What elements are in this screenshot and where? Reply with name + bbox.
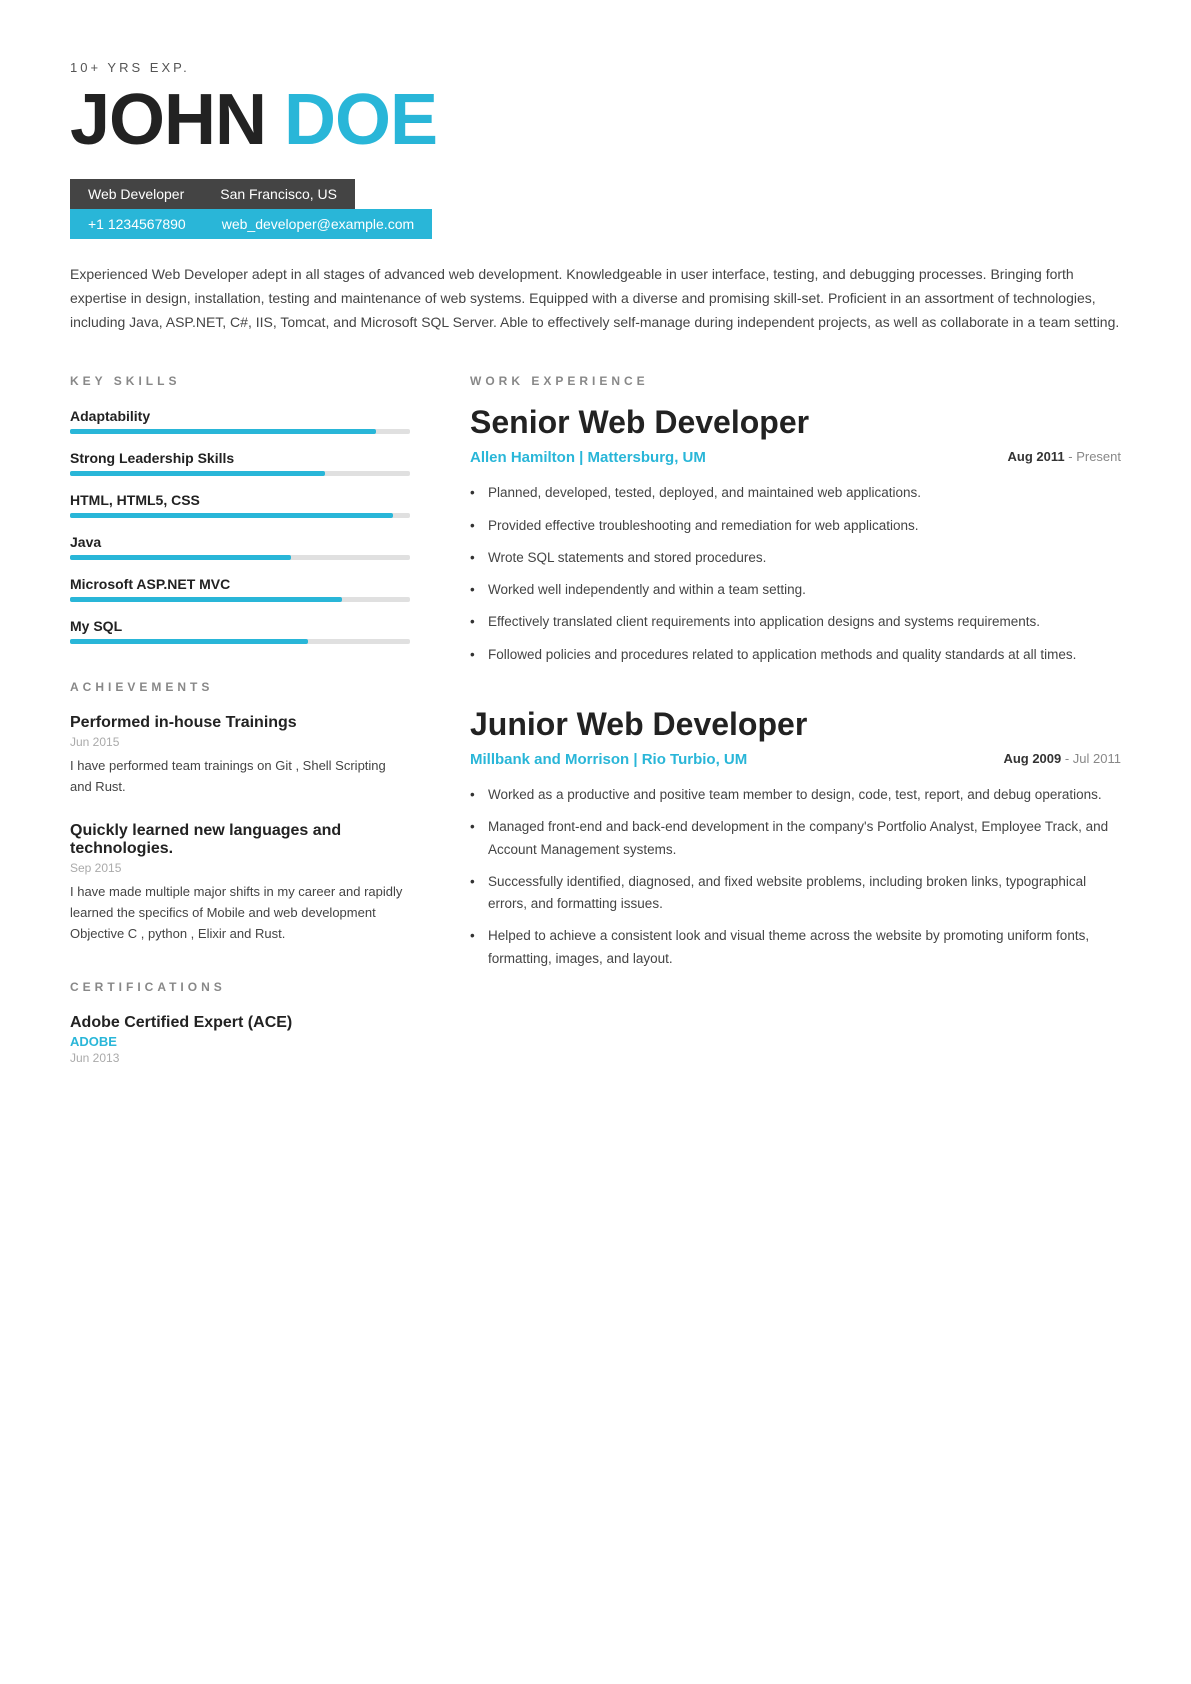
achievement-item: Performed in-house Trainings Jun 2015 I … [70,714,410,798]
job-title: Junior Web Developer [470,706,1121,743]
job-dates: Aug 2009 - Jul 2011 [1001,751,1121,766]
achievement-item: Quickly learned new languages and techno… [70,822,410,944]
skill-bar-fill [70,639,308,644]
job-bullet: Followed policies and procedures related… [470,644,1121,666]
achievements-heading: ACHIEVEMENTS [70,680,410,694]
last-name: DOE [284,79,437,161]
skill-bar-fill [70,429,376,434]
skill-bar-fill [70,555,291,560]
key-skills-heading: KEY SKILLS [70,374,410,388]
cert-title: Adobe Certified Expert (ACE) [70,1014,410,1032]
job-bullets: Worked as a productive and positive team… [470,784,1121,970]
job-company: Allen Hamilton | Mattersburg, UM [470,449,706,466]
job-bullet: Provided effective troubleshooting and r… [470,515,1121,537]
skill-bar-fill [70,513,393,518]
skill-name: Strong Leadership Skills [70,450,410,466]
info-row-contact: +1 1234567890 web_developer@example.com [70,209,432,239]
skill-bar-fill [70,471,325,476]
skill-bar-bg [70,429,410,434]
name-row: JOHN DOE [70,79,1121,161]
achievement-title: Quickly learned new languages and techno… [70,822,410,858]
skill-bar-bg [70,597,410,602]
job-dates: Aug 2011 - Present [1001,449,1121,464]
job-title-chip: Web Developer [70,179,202,209]
certifications-section: CERTIFICATIONS Adobe Certified Expert (A… [70,980,410,1065]
cert-issuer: ADOBE [70,1034,410,1049]
skill-name: HTML, HTML5, CSS [70,492,410,508]
skill-name: My SQL [70,618,410,634]
job-bullet: Helped to achieve a consistent look and … [470,925,1121,970]
two-col-layout: KEY SKILLS Adaptability Strong Leadershi… [70,374,1121,1081]
first-name: JOHN [70,79,266,161]
job-item: Junior Web Developer Millbank and Morris… [470,706,1121,970]
job-company: Millbank and Morrison | Rio Turbio, UM [470,751,747,768]
certifications-list: Adobe Certified Expert (ACE) ADOBE Jun 2… [70,1014,410,1065]
certifications-heading: CERTIFICATIONS [70,980,410,994]
skill-item: Microsoft ASP.NET MVC [70,576,410,602]
jobs-list: Senior Web Developer Allen Hamilton | Ma… [470,404,1121,969]
skill-bar-bg [70,513,410,518]
location-chip: San Francisco, US [202,179,355,209]
cert-date: Jun 2013 [70,1051,410,1065]
skill-bar-bg [70,471,410,476]
left-column: KEY SKILLS Adaptability Strong Leadershi… [70,374,410,1081]
achievements-section: ACHIEVEMENTS Performed in-house Training… [70,680,410,944]
phone-chip: +1 1234567890 [70,209,204,239]
skill-name: Microsoft ASP.NET MVC [70,576,410,592]
skill-bar-bg [70,639,410,644]
skill-name: Adaptability [70,408,410,424]
skill-item: Adaptability [70,408,410,434]
job-bullet: Worked well independently and within a t… [470,579,1121,601]
skill-bar-fill [70,597,342,602]
skill-item: HTML, HTML5, CSS [70,492,410,518]
job-meta: Millbank and Morrison | Rio Turbio, UM A… [470,751,1121,768]
job-meta: Allen Hamilton | Mattersburg, UM Aug 201… [470,449,1121,466]
job-bullet: Worked as a productive and positive team… [470,784,1121,806]
skill-item: My SQL [70,618,410,644]
job-bullet: Planned, developed, tested, deployed, an… [470,482,1121,504]
achievement-date: Sep 2015 [70,861,410,875]
job-bullet: Successfully identified, diagnosed, and … [470,871,1121,916]
job-bullet: Wrote SQL statements and stored procedur… [470,547,1121,569]
email-chip: web_developer@example.com [204,209,432,239]
skill-item: Strong Leadership Skills [70,450,410,476]
job-bullets: Planned, developed, tested, deployed, an… [470,482,1121,666]
skill-name: Java [70,534,410,550]
achievement-date: Jun 2015 [70,735,410,749]
achievement-desc: I have made multiple major shifts in my … [70,882,410,944]
job-title: Senior Web Developer [470,404,1121,441]
job-bullet: Managed front-end and back-end developme… [470,816,1121,861]
job-item: Senior Web Developer Allen Hamilton | Ma… [470,404,1121,666]
job-bullet: Effectively translated client requiremen… [470,611,1121,633]
skill-item: Java [70,534,410,560]
work-experience-heading: WORK EXPERIENCE [470,374,1121,388]
achievement-desc: I have performed team trainings on Git ,… [70,756,410,798]
info-bar: Web Developer San Francisco, US +1 12345… [70,179,1121,239]
achievement-title: Performed in-house Trainings [70,714,410,732]
right-column: WORK EXPERIENCE Senior Web Developer All… [470,374,1121,1081]
summary-text: Experienced Web Developer adept in all s… [70,263,1121,334]
cert-item: Adobe Certified Expert (ACE) ADOBE Jun 2… [70,1014,410,1065]
info-row-title-location: Web Developer San Francisco, US [70,179,355,209]
skill-bar-bg [70,555,410,560]
exp-label: 10+ YRS EXP. [70,60,1121,75]
achievements-list: Performed in-house Trainings Jun 2015 I … [70,714,410,944]
skills-list: Adaptability Strong Leadership Skills HT… [70,408,410,644]
